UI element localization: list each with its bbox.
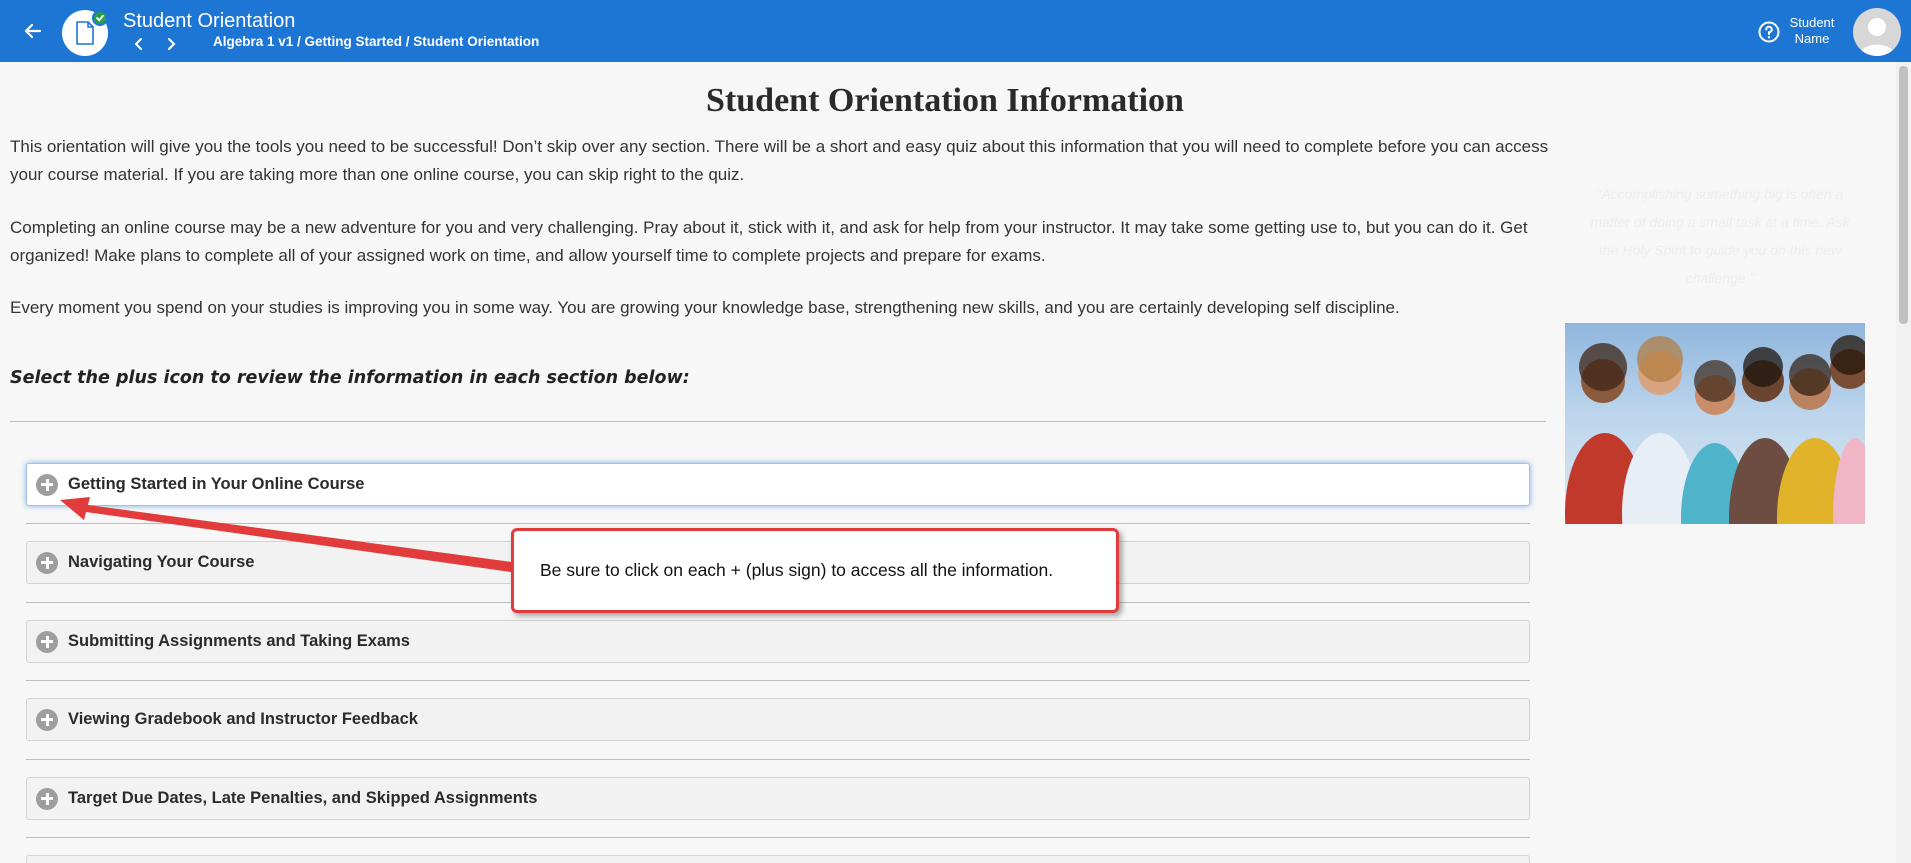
help-icon[interactable] [1757, 20, 1781, 44]
chevron-left-icon[interactable] [128, 33, 150, 55]
breadcrumb[interactable]: Algebra 1 v1 / Getting Started / Student… [213, 34, 539, 49]
students-group-photo [1565, 323, 1865, 524]
advice-paragraph: Completing an online course may be a new… [10, 218, 1528, 265]
avatar[interactable] [1853, 8, 1901, 56]
user-name[interactable]: Student Name [1784, 15, 1840, 47]
intro-paragraph: This orientation will give you the tools… [10, 137, 1549, 184]
callout-text: Be sure to click on each + (plus sign) t… [540, 560, 1054, 580]
plus-circle-icon[interactable] [36, 787, 58, 810]
accordion-label: Navigating Your Course [68, 553, 255, 571]
plus-circle-icon[interactable] [36, 473, 58, 496]
accordion-label: Target Due Dates, Late Penalties, and Sk… [68, 789, 538, 807]
scrollbar-thumb[interactable] [1899, 66, 1908, 324]
accordion-label: Submitting Assignments and Taking Exams [68, 632, 410, 650]
back-arrow-icon[interactable] [18, 16, 48, 46]
divider [26, 680, 1530, 681]
user-name-first: Student [1789, 15, 1835, 30]
user-name-last: Name [1794, 31, 1830, 46]
accordion-getting-started[interactable]: Getting Started in Your Online Course [26, 463, 1530, 506]
top-bar: Student Orientation Algebra 1 v1 / Getti… [0, 0, 1911, 62]
completed-check-icon [92, 10, 108, 26]
plus-circle-icon[interactable] [36, 630, 58, 653]
divider [26, 759, 1530, 760]
accordion-submitting-assignments[interactable]: Submitting Assignments and Taking Exams [26, 620, 1530, 663]
motivation-paragraph: Every moment you spend on your studies i… [10, 298, 1400, 317]
accordion-partial-next[interactable] [26, 855, 1530, 863]
divider [26, 837, 1530, 838]
accordion-label: Getting Started in Your Online Course [68, 475, 365, 493]
accordion-label: Viewing Gradebook and Instructor Feedbac… [68, 710, 418, 728]
divider [26, 523, 1530, 524]
page-heading: Student Orientation Information [706, 82, 1184, 119]
divider [10, 421, 1546, 422]
plus-circle-icon[interactable] [36, 708, 58, 731]
accordion-due-dates[interactable]: Target Due Dates, Late Penalties, and Sk… [26, 777, 1530, 820]
page-title: Student Orientation [123, 10, 296, 32]
accordion-gradebook-feedback[interactable]: Viewing Gradebook and Instructor Feedbac… [26, 698, 1530, 741]
plus-circle-icon[interactable] [36, 551, 58, 574]
instruction-callout: Be sure to click on each + (plus sign) t… [511, 528, 1119, 613]
inspirational-quote: “Accomplishing something big is often a … [1590, 186, 1850, 286]
section-instruction: Select the plus icon to review the infor… [10, 368, 690, 388]
chevron-right-icon[interactable] [160, 33, 182, 55]
